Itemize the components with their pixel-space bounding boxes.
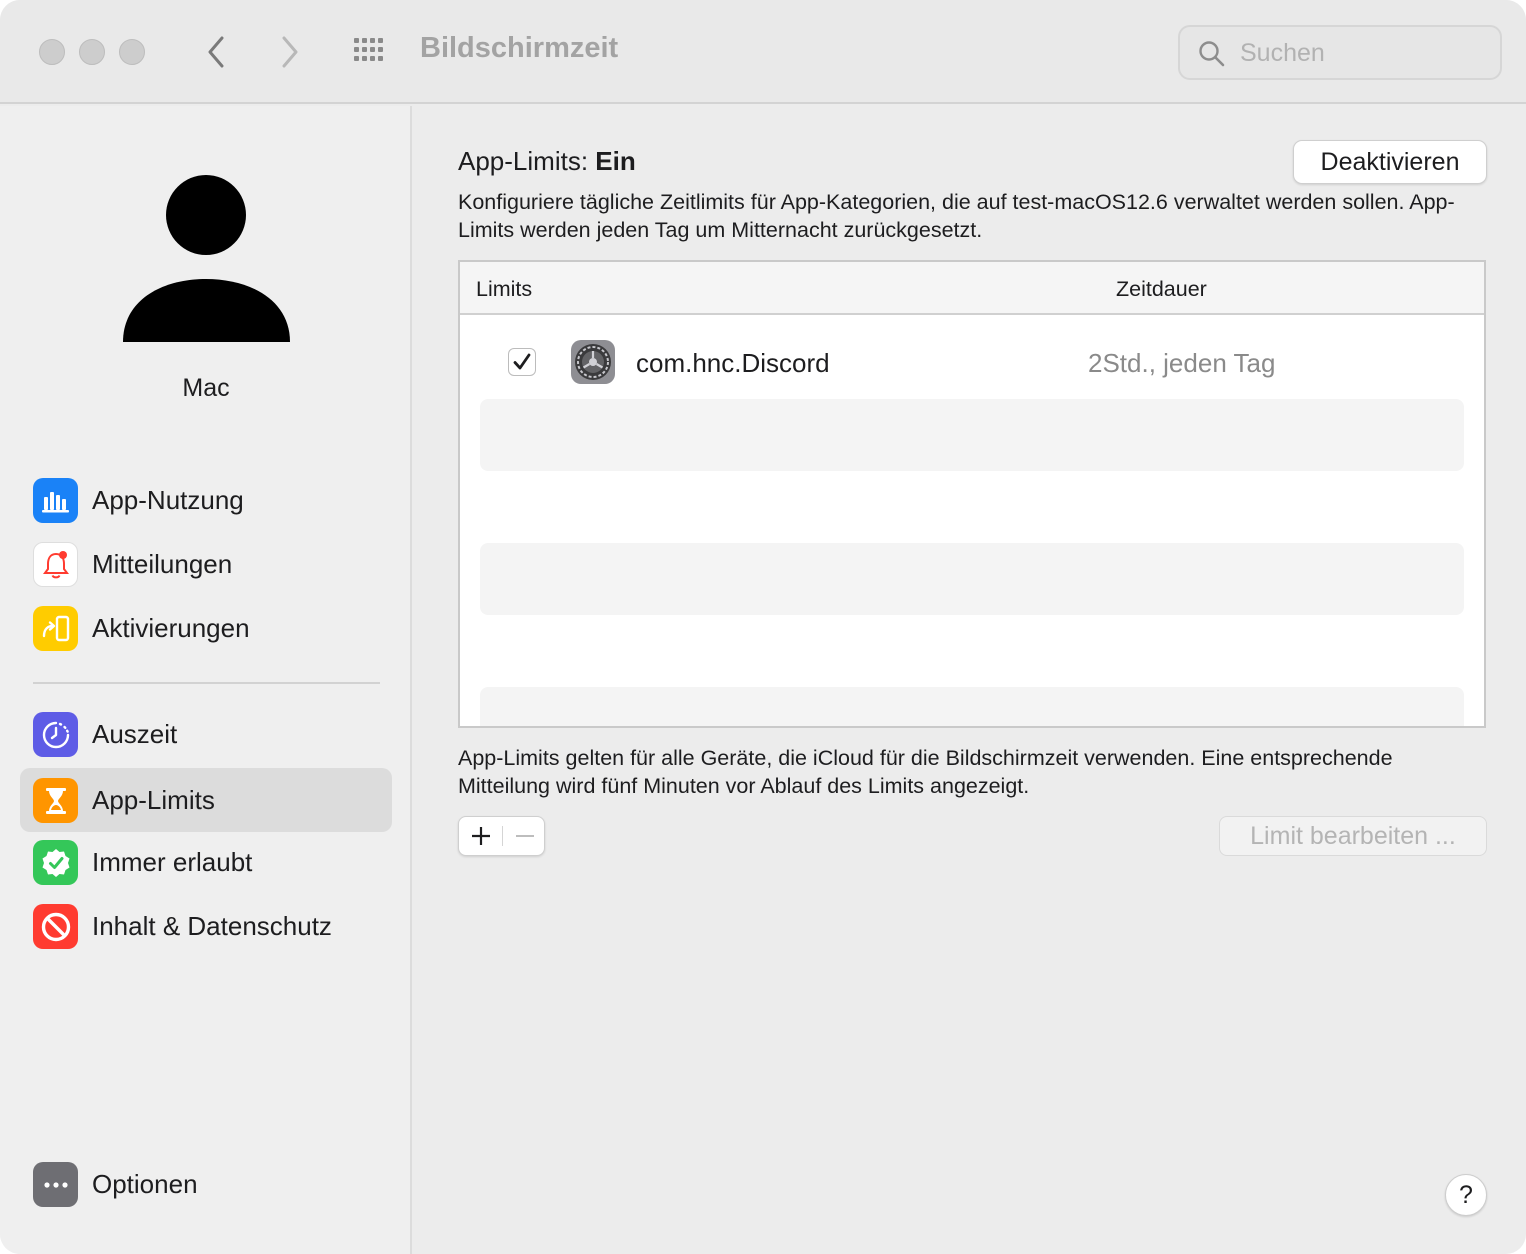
checkmark-seal-icon: [33, 840, 78, 885]
grid-icon: [354, 38, 383, 61]
pickup-icon: [33, 606, 78, 651]
bell-icon: [33, 542, 78, 587]
deactivate-button[interactable]: Deaktivieren: [1293, 140, 1487, 184]
minimize-window-button[interactable]: [79, 39, 105, 65]
sidebar-item-label: Aktivierungen: [92, 613, 250, 643]
search-field[interactable]: [1178, 25, 1502, 80]
close-window-button[interactable]: [39, 39, 65, 65]
search-input[interactable]: [1240, 38, 1490, 68]
user-avatar-icon: [123, 175, 290, 342]
remove-limit-button[interactable]: [503, 817, 546, 855]
main-panel: App-Limits: Ein Deaktivieren Konfigurier…: [414, 106, 1526, 1254]
description-text: Konfiguriere tägliche Zeitlimits für App…: [458, 190, 1455, 242]
app-name: com.hnc.Discord: [636, 348, 830, 378]
back-button[interactable]: [194, 30, 238, 74]
sidebar-item-optionen[interactable]: Optionen: [20, 1152, 392, 1216]
sidebar-item-auszeit[interactable]: Auszeit: [20, 702, 392, 766]
empty-row: [480, 543, 1464, 615]
table-row[interactable]: com.hnc.Discord 2Std., jeden Tag: [460, 317, 1484, 399]
prohibited-icon: [33, 904, 78, 949]
sidebar-item-mitteilungen[interactable]: Mitteilungen: [20, 532, 392, 596]
sidebar-item-app-limits[interactable]: App-Limits: [20, 768, 392, 832]
column-header-zeitdauer[interactable]: Zeitdauer: [1116, 277, 1207, 302]
limits-table[interactable]: Limits Zeitdauer com.hnc.Discord 2Std., …: [458, 260, 1486, 728]
zoom-window-button[interactable]: [119, 39, 145, 65]
status-prefix: App-Limits:: [458, 146, 589, 176]
add-remove-control: [458, 816, 545, 856]
show-all-button[interactable]: [350, 34, 394, 70]
help-button[interactable]: ?: [1445, 1174, 1487, 1216]
forward-button[interactable]: [268, 30, 312, 74]
empty-row: [480, 687, 1464, 726]
sidebar-item-label: Optionen: [92, 1169, 198, 1199]
app-duration: 2Std., jeden Tag: [1088, 348, 1276, 378]
window-title: Bildschirmzeit: [420, 32, 619, 64]
system-preferences-gear-icon: [571, 340, 615, 384]
sidebar-item-aktivierungen[interactable]: Aktivierungen: [20, 596, 392, 660]
window: Bildschirmzeit Mac App-Nutzung Mitteilun…: [0, 0, 1526, 1254]
sidebar-divider: [33, 682, 380, 684]
sidebar-item-label: Auszeit: [92, 719, 178, 749]
toolbar: Bildschirmzeit: [0, 0, 1526, 104]
sidebar-item-app-nutzung[interactable]: App-Nutzung: [20, 468, 392, 532]
status-value: Ein: [595, 146, 636, 176]
sidebar-item-immer-erlaubt[interactable]: Immer erlaubt: [20, 830, 392, 894]
search-icon: [1199, 41, 1225, 67]
sidebar-item-label: App-Limits: [92, 785, 215, 815]
sidebar-item-label: Mitteilungen: [92, 549, 233, 579]
sidebar-item-label: Inhalt & Datenschutz: [92, 911, 332, 941]
empty-row: [480, 399, 1464, 471]
table-header: Limits Zeitdauer: [460, 262, 1484, 315]
column-header-limits[interactable]: Limits: [476, 277, 532, 302]
limit-enabled-checkbox[interactable]: [508, 348, 536, 376]
sidebar-item-label: Immer erlaubt: [92, 847, 253, 877]
minus-icon: [515, 835, 534, 837]
sidebar-item-inhalt-datenschutz[interactable]: Inhalt & Datenschutz: [20, 894, 392, 958]
add-limit-button[interactable]: [459, 817, 502, 855]
downtime-icon: [33, 712, 78, 757]
chevron-left-icon: [208, 36, 224, 68]
checkmark-icon: [513, 353, 531, 370]
app-limits-status: App-Limits: Ein: [458, 146, 636, 177]
edit-limit-button[interactable]: Limit bearbeiten ...: [1219, 816, 1487, 856]
hourglass-icon: [33, 778, 78, 823]
ellipsis-icon: [33, 1162, 78, 1207]
plus-icon: [471, 827, 490, 845]
chevron-right-icon: [282, 36, 298, 68]
sidebar: Mac App-Nutzung Mitteilungen Aktivierung…: [0, 106, 412, 1254]
user-name: Mac: [182, 374, 230, 402]
info-text: App-Limits gelten für alle Geräte, die i…: [458, 746, 1393, 798]
sidebar-item-label: App-Nutzung: [92, 485, 244, 515]
bar-chart-icon: [33, 478, 78, 523]
